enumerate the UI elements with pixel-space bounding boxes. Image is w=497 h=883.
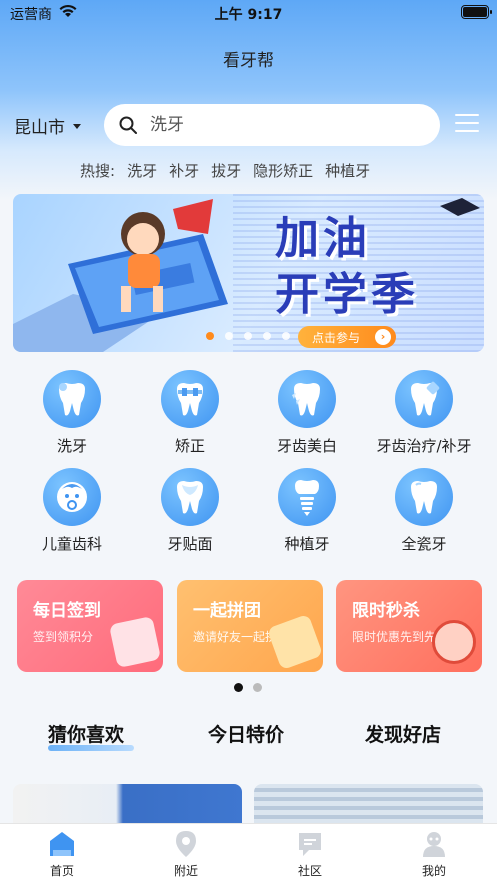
tooth-veneer-icon: [161, 468, 219, 526]
category-label: 牙齿治疗/补牙: [376, 437, 472, 455]
calendar-icon: [108, 615, 162, 669]
tabbar-label: 社区: [297, 864, 322, 878]
hot-search-term[interactable]: 洗牙: [127, 160, 157, 181]
category-label: 牙齿美白: [276, 437, 337, 455]
tabbar-item-home[interactable]: 首页: [17, 830, 107, 879]
tabbar-label: 附近: [173, 864, 198, 878]
category-label: 洗牙: [56, 437, 87, 455]
tab-today-deals[interactable]: 今日特价: [208, 720, 284, 747]
tooth-ceramic-icon: [395, 468, 453, 526]
banner-button-label: 点击参与: [312, 330, 361, 345]
hot-search-row: 热搜: 洗牙 补牙 拔牙 隐形矫正 种植牙: [80, 160, 370, 181]
feed-card[interactable]: [13, 784, 242, 828]
category-label: 种植牙: [284, 535, 330, 553]
tab-discover-stores[interactable]: 发现好店: [365, 720, 441, 747]
category-item[interactable]: 全瓷牙: [364, 468, 484, 554]
status-bar: 运营商 上午 9:17: [0, 0, 497, 26]
promo-banner[interactable]: 加油 开学季 点击参与 ›: [13, 194, 484, 352]
tooth-clean-icon: [43, 370, 101, 428]
category-item[interactable]: 牙齿美白: [247, 370, 367, 456]
clock-time: 上午 9:17: [214, 7, 283, 23]
child-face-icon: [43, 468, 101, 526]
banner-title-line1: 加油: [275, 213, 371, 264]
chat-bubble-icon: [299, 833, 321, 856]
category-label: 牙贴面: [167, 535, 213, 553]
search-input[interactable]: [150, 115, 410, 135]
search-bar[interactable]: [104, 104, 440, 146]
caret-down-icon: [73, 124, 81, 129]
tabbar-item-community[interactable]: 社区: [265, 830, 355, 879]
banner-dot[interactable]: [244, 332, 252, 340]
city-selector[interactable]: 昆山市: [14, 113, 81, 138]
category-item[interactable]: 洗牙: [12, 370, 132, 456]
tooth-repair-icon: [395, 370, 453, 428]
hot-search-term[interactable]: 种植牙: [325, 160, 370, 181]
category-item[interactable]: 牙贴面: [130, 468, 250, 554]
alarm-clock-icon: [432, 620, 476, 664]
banner-dot[interactable]: [225, 332, 233, 340]
category-label: 矫正: [174, 437, 205, 455]
hot-search-label: 热搜:: [80, 162, 116, 180]
banner-illustration: [13, 199, 228, 352]
promo-pager: [234, 683, 262, 692]
bottom-tab-bar: 首页 附近 社区 我的: [0, 823, 497, 883]
hot-search-term[interactable]: 隐形矫正: [253, 160, 313, 181]
promo-card-flashsale[interactable]: 限时秒杀 限时优惠先到先得: [336, 580, 482, 672]
category-item[interactable]: 牙齿治疗/补牙: [364, 370, 484, 456]
tabbar-item-profile[interactable]: 我的: [389, 830, 479, 879]
hot-search-term[interactable]: 补牙: [169, 160, 199, 181]
promo-card-groupbuy[interactable]: 一起拼团 邀请好友一起拼团: [177, 580, 323, 672]
promo-dot[interactable]: [253, 683, 262, 692]
location-pin-icon: [176, 831, 196, 857]
feed-card[interactable]: [254, 784, 483, 828]
banner-dot[interactable]: [282, 332, 290, 340]
banner-pager: [206, 332, 290, 340]
search-icon: [119, 116, 137, 134]
menu-icon[interactable]: [455, 114, 479, 134]
category-item[interactable]: 矫正: [130, 370, 250, 456]
coupon-icon: [266, 613, 323, 671]
category-item[interactable]: 儿童齿科: [12, 468, 132, 554]
banner-join-button[interactable]: 点击参与 ›: [298, 326, 396, 348]
promo-title: 限时秒杀: [352, 601, 420, 621]
app-title: 看牙帮: [223, 51, 274, 71]
battery-icon: [461, 5, 492, 19]
banner-dot[interactable]: [263, 332, 271, 340]
category-label: 全瓷牙: [401, 535, 447, 553]
promo-card-checkin[interactable]: 每日签到 签到领积分: [17, 580, 163, 672]
feed-tabs: 猜你喜欢 今日特价 发现好店: [0, 720, 497, 751]
tooth-implant-icon: [278, 468, 336, 526]
home-icon: [50, 832, 74, 856]
user-icon: [423, 832, 445, 857]
tabbar-item-nearby[interactable]: 附近: [141, 830, 231, 879]
hot-search-term[interactable]: 拔牙: [211, 160, 241, 181]
promo-dot[interactable]: [234, 683, 243, 692]
tabbar-label: 首页: [49, 864, 74, 878]
tab-guess-you-like[interactable]: 猜你喜欢: [48, 720, 124, 747]
category-item[interactable]: 种植牙: [247, 468, 367, 554]
chevron-right-icon: ›: [375, 329, 391, 345]
banner-dot[interactable]: [206, 332, 214, 340]
tabbar-label: 我的: [421, 864, 446, 878]
banner-title-line2: 开学季: [275, 269, 419, 320]
tooth-braces-icon: [161, 370, 219, 428]
graduation-cap-icon: [440, 198, 480, 216]
city-label: 昆山市: [14, 118, 65, 138]
category-label: 儿童齿科: [41, 535, 102, 553]
tooth-whitening-icon: [278, 370, 336, 428]
